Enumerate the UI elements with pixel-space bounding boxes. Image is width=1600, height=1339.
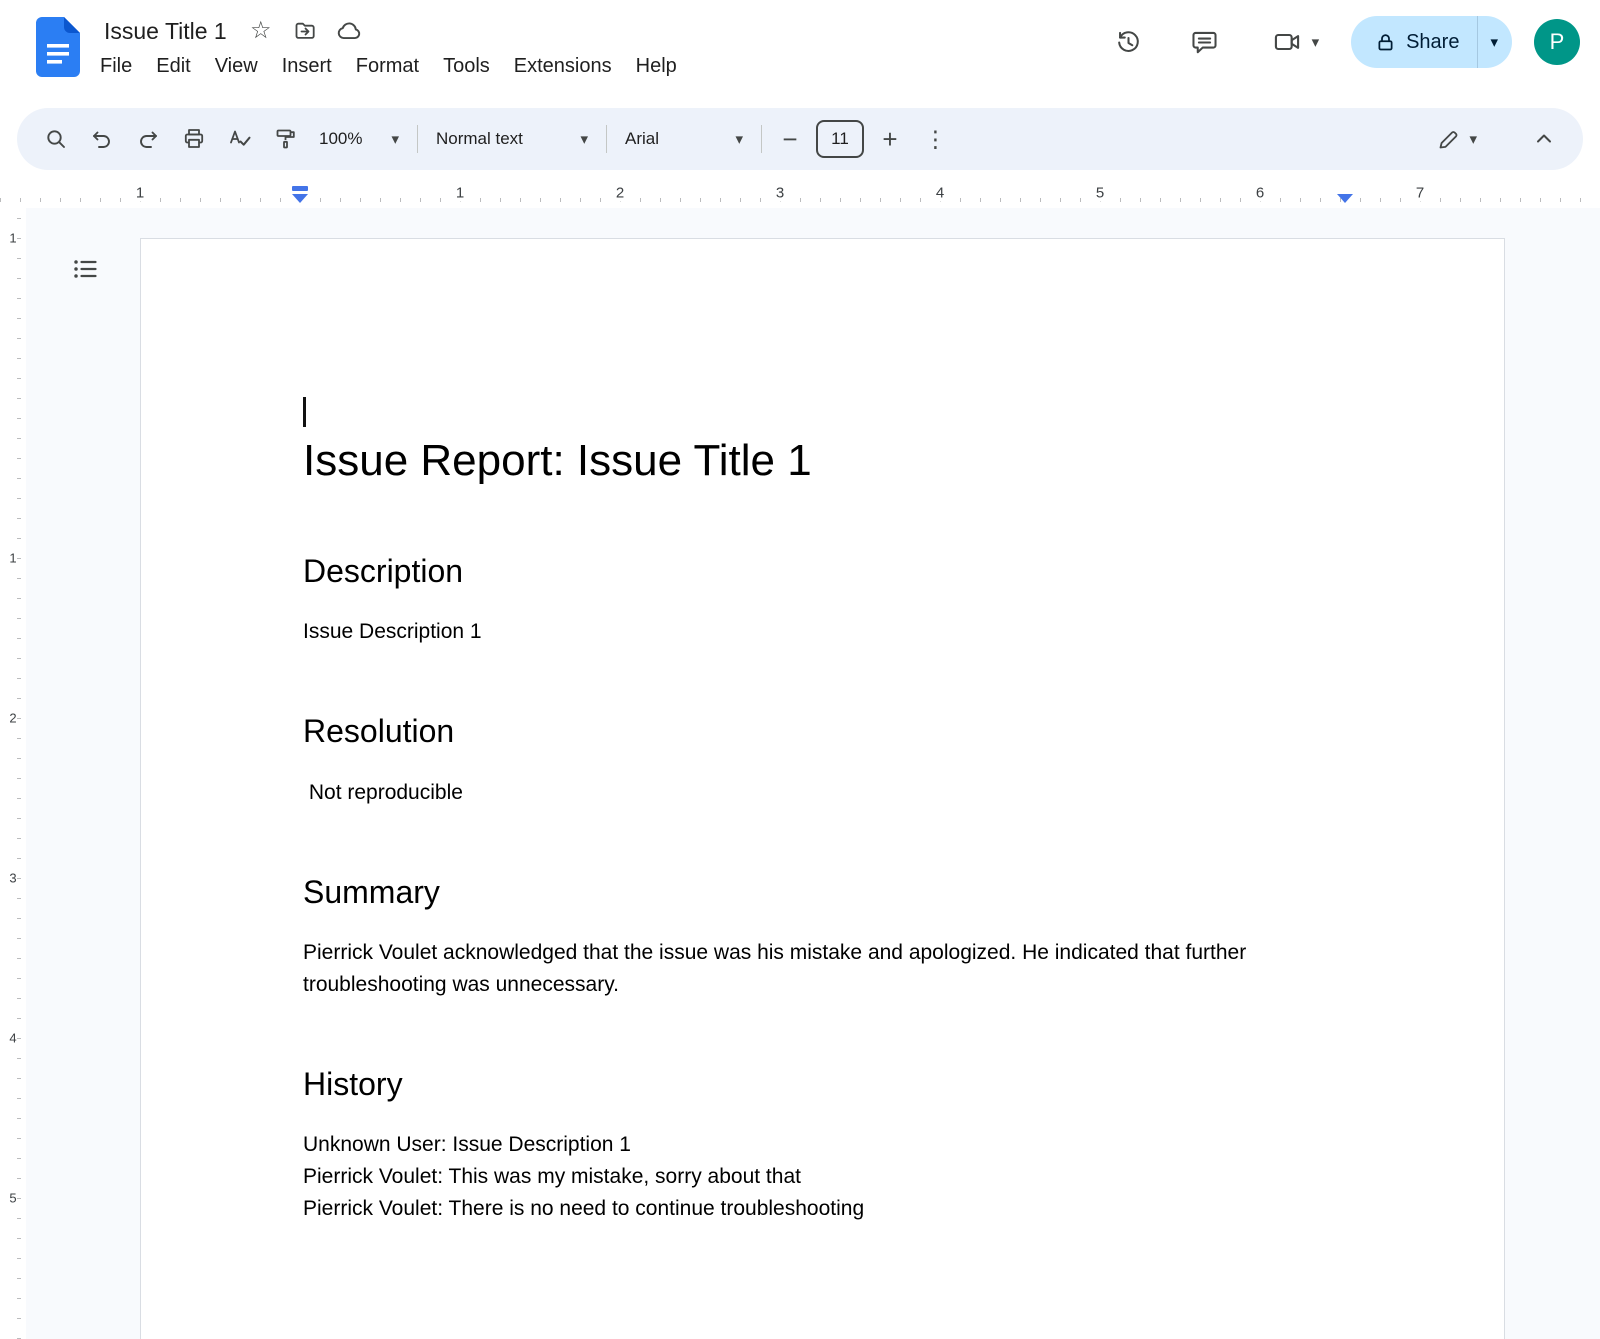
- zoom-value: 100%: [319, 129, 362, 149]
- zoom-caret-down-icon: ▾: [391, 132, 399, 147]
- menu-tools[interactable]: Tools: [431, 52, 502, 81]
- ruler-number: 1: [453, 185, 467, 202]
- more-options-kebab-icon[interactable]: ⋮: [924, 126, 947, 153]
- ruler-number: 6: [1253, 185, 1267, 202]
- section-paragraph[interactable]: Not reproducible: [303, 777, 1308, 809]
- paint-format-icon[interactable]: [263, 116, 309, 162]
- toolbar-divider: [606, 125, 607, 153]
- page-content: Issue Report: Issue Title 1 Description …: [141, 239, 1504, 1225]
- move-to-folder-icon[interactable]: [291, 17, 319, 45]
- join-call-control[interactable]: ▾: [1256, 17, 1326, 67]
- font-caret-down-icon: ▾: [735, 132, 743, 147]
- menu-help[interactable]: Help: [624, 52, 689, 81]
- paragraph-style-select[interactable]: Normal text ▾: [426, 118, 598, 160]
- ruler-number: 3: [773, 185, 787, 202]
- account-avatar[interactable]: P: [1534, 19, 1580, 65]
- video-camera-icon[interactable]: [1262, 17, 1312, 67]
- font-family-value: Arial: [625, 129, 659, 149]
- ruler-number: 7: [1413, 185, 1427, 202]
- horizontal-ruler[interactable]: 1 1 2 3 4 5 6 7: [0, 178, 1600, 208]
- star-icon[interactable]: ☆: [247, 17, 275, 45]
- text-cursor: [303, 397, 306, 427]
- menu-bar: File Edit View Insert Format Tools Exten…: [88, 52, 689, 81]
- section-paragraph[interactable]: Unknown User: Issue Description 1: [303, 1129, 1308, 1161]
- toolbar-divider: [761, 125, 762, 153]
- share-button[interactable]: Share ▾: [1351, 16, 1512, 68]
- menu-insert[interactable]: Insert: [270, 52, 344, 81]
- font-family-select[interactable]: Arial ▾: [615, 118, 753, 160]
- menu-extensions[interactable]: Extensions: [502, 52, 624, 81]
- zoom-select[interactable]: 100% ▾: [309, 118, 409, 160]
- show-document-outline-icon[interactable]: [62, 246, 108, 292]
- ruler-number: 3: [9, 869, 16, 888]
- toolbar-divider: [417, 125, 418, 153]
- section-heading-history[interactable]: History: [303, 1065, 1342, 1103]
- decrease-font-size-button[interactable]: −: [770, 119, 810, 159]
- font-size-input[interactable]: 11: [816, 120, 864, 158]
- section-heading-summary[interactable]: Summary: [303, 873, 1342, 911]
- app-header: Issue Title 1 ☆ File Edit View Inser: [0, 0, 1600, 100]
- ruler-ticks: [17, 208, 21, 1339]
- menu-file[interactable]: File: [88, 52, 144, 81]
- ruler-number: 5: [9, 1189, 16, 1208]
- ruler-number: 5: [1093, 185, 1107, 202]
- pencil-icon: [1437, 127, 1461, 151]
- section-heading-description[interactable]: Description: [303, 552, 1342, 590]
- toolbar: 100% ▾ Normal text ▾ Arial ▾ − 11 + ⋮ ▾: [17, 108, 1583, 170]
- document-heading-title[interactable]: Issue Report: Issue Title 1: [303, 433, 1342, 488]
- version-history-icon[interactable]: [1104, 17, 1154, 67]
- redo-icon[interactable]: [125, 116, 171, 162]
- toolbar-right-group: ▾: [1427, 116, 1567, 162]
- first-line-indent-marker[interactable]: [292, 186, 308, 191]
- section-paragraph[interactable]: Pierrick Voulet: This was my mistake, so…: [303, 1161, 1308, 1193]
- style-caret-down-icon: ▾: [580, 132, 588, 147]
- menu-format[interactable]: Format: [344, 52, 431, 81]
- section-paragraph[interactable]: Pierrick Voulet acknowledged that the is…: [303, 937, 1308, 1001]
- lock-icon: [1375, 32, 1396, 53]
- section-paragraph[interactable]: Pierrick Voulet: There is no need to con…: [303, 1193, 1308, 1225]
- header-actions: ▾ Share ▾ P: [1104, 16, 1580, 68]
- left-indent-triangle[interactable]: [292, 194, 308, 203]
- mode-caret-down-icon: ▾: [1469, 132, 1477, 147]
- document-title-field[interactable]: Issue Title 1: [100, 18, 231, 45]
- right-indent-triangle[interactable]: [1337, 194, 1353, 203]
- toolbar-row: 100% ▾ Normal text ▾ Arial ▾ − 11 + ⋮ ▾: [0, 100, 1600, 178]
- hide-menus-chevron-up-icon[interactable]: [1521, 116, 1567, 162]
- header-main: Issue Title 1 ☆ File Edit View Inser: [100, 12, 689, 81]
- section-heading-resolution[interactable]: Resolution: [303, 712, 1342, 750]
- ruler-number: 1: [9, 229, 16, 248]
- video-caret-down-icon[interactable]: ▾: [1312, 35, 1320, 50]
- paragraph-style-value: Normal text: [436, 129, 523, 149]
- avatar-letter: P: [1550, 29, 1565, 55]
- font-size-stepper: − 11 +: [770, 119, 910, 159]
- spellcheck-icon[interactable]: [217, 116, 263, 162]
- ruler-number: 1: [9, 549, 16, 568]
- share-divider: [1477, 16, 1478, 68]
- print-icon[interactable]: [171, 116, 217, 162]
- ruler-number: 2: [9, 709, 16, 728]
- share-caret-down-icon[interactable]: ▾: [1490, 35, 1498, 50]
- ruler-number: 2: [613, 185, 627, 202]
- google-docs-logo-icon[interactable]: [36, 17, 80, 77]
- document-page[interactable]: Issue Report: Issue Title 1 Description …: [140, 238, 1505, 1339]
- editing-mode-select[interactable]: ▾: [1427, 117, 1487, 161]
- ruler-number: 4: [9, 1029, 16, 1048]
- ruler-number: 1: [133, 185, 147, 202]
- increase-font-size-button[interactable]: +: [870, 119, 910, 159]
- section-paragraph[interactable]: Issue Description 1: [303, 616, 1308, 648]
- empty-paragraph[interactable]: [303, 397, 1342, 431]
- comments-icon[interactable]: [1180, 17, 1230, 67]
- share-button-label: Share: [1406, 31, 1459, 54]
- document-canvas: 1 1 2 3 4 5 Issue Report: Issue Title 1 …: [0, 208, 1600, 1339]
- search-menus-icon[interactable]: [33, 116, 79, 162]
- undo-icon[interactable]: [79, 116, 125, 162]
- menu-edit[interactable]: Edit: [144, 52, 202, 81]
- menu-view[interactable]: View: [203, 52, 270, 81]
- vertical-ruler[interactable]: 1 1 2 3 4 5: [0, 208, 26, 1339]
- ruler-number: 4: [933, 185, 947, 202]
- title-row: Issue Title 1 ☆: [100, 12, 689, 50]
- document-saved-cloud-icon[interactable]: [335, 17, 363, 45]
- ruler-ticks: [0, 198, 1600, 202]
